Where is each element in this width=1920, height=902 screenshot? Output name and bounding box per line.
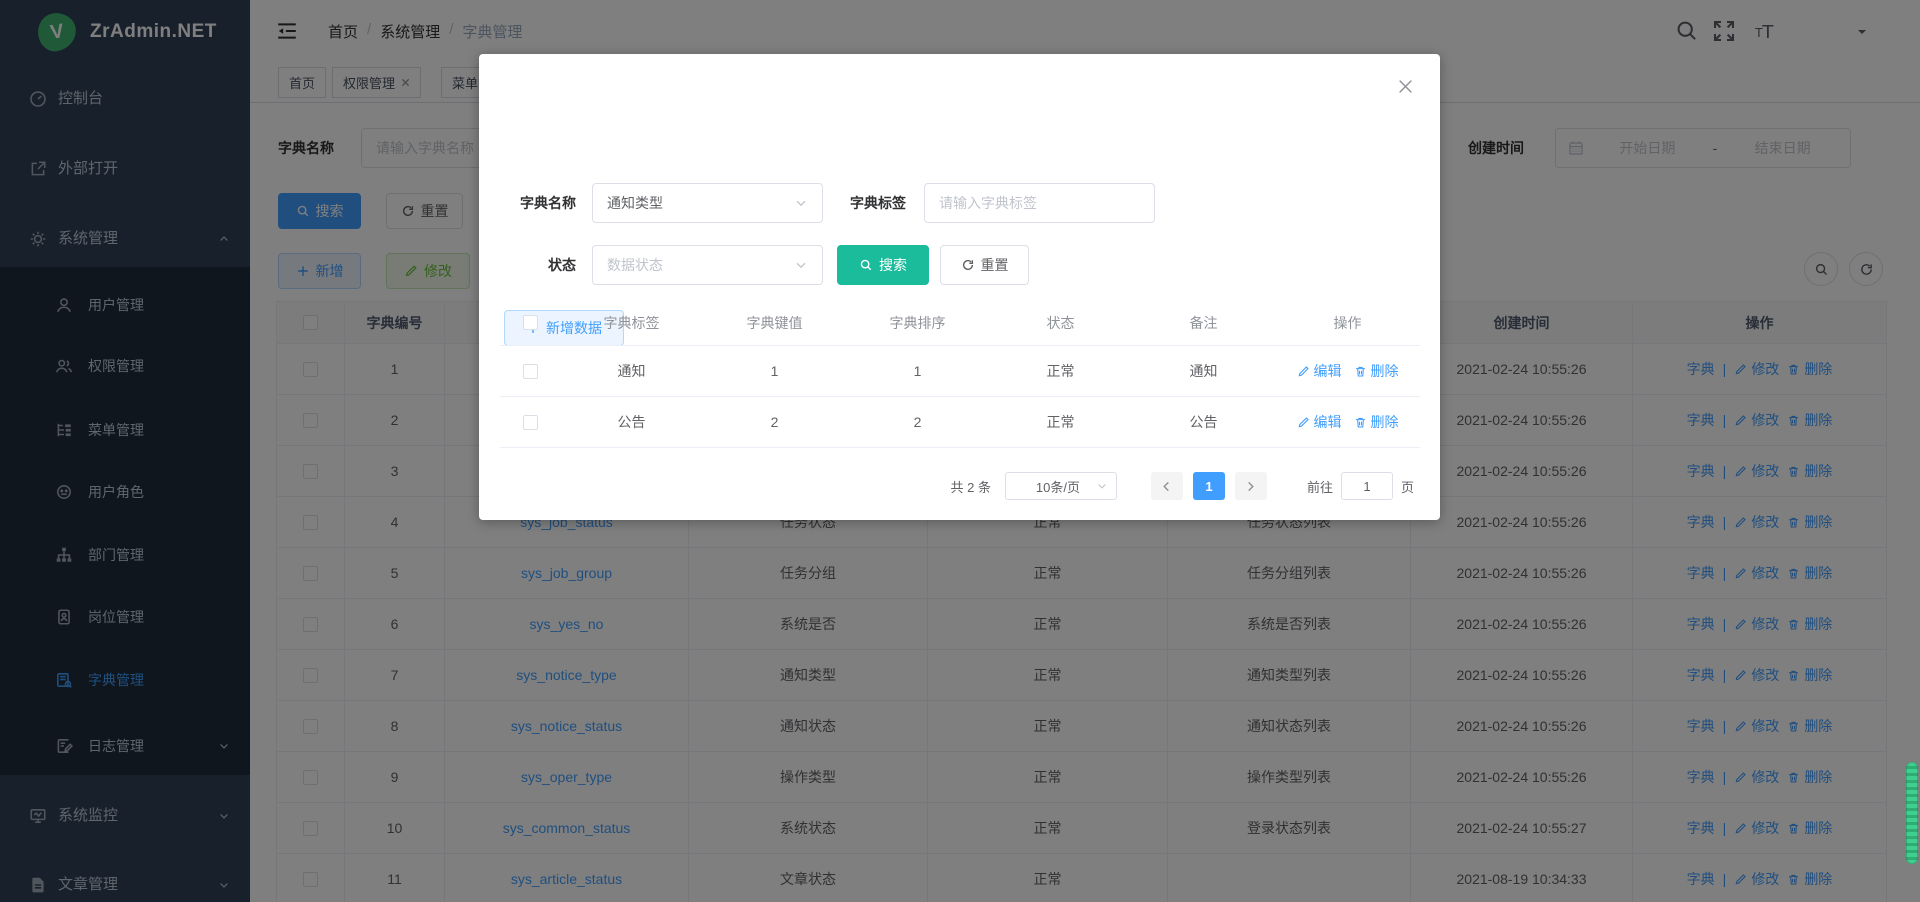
app-window: V ZrAdmin.NET 控制台 外部打开 系统管理 用户管理 权限管理 菜单…	[0, 0, 1920, 902]
modal-status-select[interactable]: 数据状态	[592, 245, 823, 285]
close-icon[interactable]	[1397, 78, 1414, 95]
chevron-left-icon	[1161, 481, 1172, 492]
chevron-right-icon	[1245, 481, 1256, 492]
refresh-icon	[961, 258, 975, 272]
chevron-down-icon	[1096, 480, 1108, 492]
next-page-button[interactable]	[1235, 472, 1267, 500]
modal-search-button[interactable]: 搜索	[837, 245, 929, 285]
modal-dict-tag-input[interactable]	[924, 183, 1155, 223]
selected-dict-name: 通知类型	[607, 193, 794, 213]
page-number-1[interactable]: 1	[1193, 472, 1225, 500]
page-size-select[interactable]: 10条/页	[1005, 472, 1117, 500]
modal-dict-name-select[interactable]: 通知类型	[592, 183, 823, 223]
status-placeholder: 数据状态	[607, 255, 794, 275]
goto-page-input[interactable]	[1341, 472, 1393, 500]
modal-dict-name-label: 字典名称	[506, 183, 576, 223]
select-all-checkbox[interactable]	[523, 315, 538, 330]
modal-table-row	[500, 397, 560, 448]
prev-page-button[interactable]	[1151, 472, 1183, 500]
search-icon	[859, 258, 873, 272]
modal-header-select-all	[500, 300, 560, 346]
delete-link[interactable]: 删除	[1354, 412, 1399, 432]
chevron-down-icon	[794, 196, 808, 210]
delete-link[interactable]: 删除	[1354, 361, 1399, 381]
row-checkbox[interactable]	[523, 364, 538, 379]
dict-data-table: 字典标签 字典键值 字典排序 状态 备注 操作 通知 1 1 正常 通知 编辑删…	[500, 300, 1420, 448]
goto-suffix: 页	[1401, 477, 1414, 496]
dict-data-modal: 字典名称 通知类型 字典标签 状态 数据状态 搜索 重置 新增数据 字典	[479, 54, 1440, 520]
chevron-down-icon	[794, 258, 808, 272]
pencil-icon	[1297, 416, 1310, 429]
trash-icon	[1354, 365, 1367, 378]
modal-reset-button[interactable]: 重置	[940, 245, 1029, 285]
pagination: 共 2 条 10条/页 1 前往 页	[951, 472, 1415, 500]
total-count: 共 2 条	[951, 477, 991, 496]
trash-icon	[1354, 416, 1367, 429]
edit-link[interactable]: 编辑	[1297, 361, 1342, 381]
goto-prefix: 前往	[1307, 477, 1333, 496]
pencil-icon	[1297, 365, 1310, 378]
scrollbar-thumb[interactable]	[1906, 762, 1918, 864]
modal-table-row	[500, 346, 560, 397]
edit-link[interactable]: 编辑	[1297, 412, 1342, 432]
modal-dict-tag-label: 字典标签	[836, 183, 906, 223]
row-checkbox[interactable]	[523, 415, 538, 430]
modal-status-label: 状态	[506, 245, 576, 285]
